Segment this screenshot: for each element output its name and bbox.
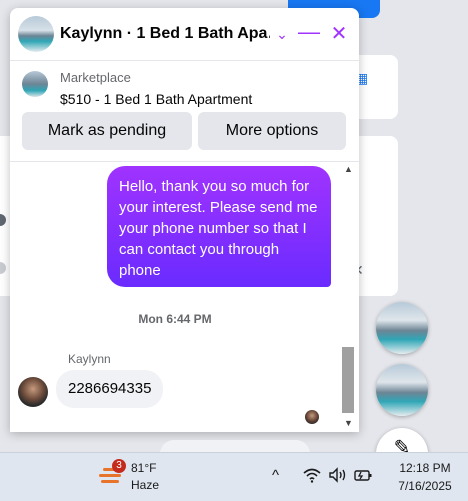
volume-icon[interactable] — [328, 467, 348, 487]
listing-thumbnail[interactable] — [22, 71, 48, 97]
scroll-up-icon[interactable]: ▲ — [344, 164, 353, 174]
outgoing-message: Hello, thank you so much for your intere… — [107, 166, 331, 287]
taskbar: 3 81°F Haze ^ 12:18 PM 7/16/2025 — [0, 452, 468, 501]
chat-head-2[interactable] — [376, 364, 428, 416]
wifi-icon[interactable] — [303, 467, 321, 487]
listing-source: Marketplace — [60, 70, 131, 85]
chat-header[interactable]: Kaylynn · 1 Bed 1 Bath Apa… ⌄ — ✕ — [10, 8, 359, 61]
message-list: Hello, thank you so much for your intere… — [10, 162, 359, 432]
chat-title[interactable]: Kaylynn · 1 Bed 1 Bath Apa… — [60, 25, 270, 43]
battery-icon[interactable] — [353, 467, 373, 487]
weather-description[interactable]: Haze — [131, 478, 159, 492]
sender-name: Kaylynn — [68, 352, 111, 366]
clock-date[interactable]: 7/16/2025 — [390, 479, 460, 493]
chat-head-1[interactable] — [376, 302, 428, 354]
listing-title[interactable]: $510 - 1 Bed 1 Bath Apartment — [60, 91, 252, 107]
clock-time[interactable]: 12:18 PM — [395, 461, 455, 475]
minimize-icon[interactable]: — — [295, 20, 323, 48]
sender-avatar[interactable] — [18, 377, 48, 407]
weather-temperature[interactable]: 81°F — [131, 461, 156, 475]
weather-badge: 3 — [112, 459, 126, 473]
message-timestamp: Mon 6:44 PM — [138, 312, 212, 326]
listing-avatar[interactable] — [18, 16, 54, 52]
seen-indicator-avatar — [305, 410, 319, 424]
chat-window: Kaylynn · 1 Bed 1 Bath Apa… ⌄ — ✕ Market… — [10, 8, 359, 432]
scroll-down-icon[interactable]: ▼ — [344, 418, 353, 428]
scroll-thumb[interactable] — [342, 347, 354, 413]
close-icon[interactable]: ✕ — [325, 20, 353, 48]
incoming-message: 2286694335 — [56, 370, 164, 408]
mark-as-pending-button[interactable]: Mark as pending — [22, 112, 192, 150]
show-hidden-icons-button[interactable]: ^ — [272, 467, 279, 484]
message-scrollbar[interactable]: ▲ ▼ — [340, 162, 356, 432]
chevron-down-icon[interactable]: ⌄ — [268, 20, 296, 48]
listing-banner: Marketplace $510 - 1 Bed 1 Bath Apartmen… — [10, 61, 359, 162]
more-options-button[interactable]: More options — [198, 112, 346, 150]
